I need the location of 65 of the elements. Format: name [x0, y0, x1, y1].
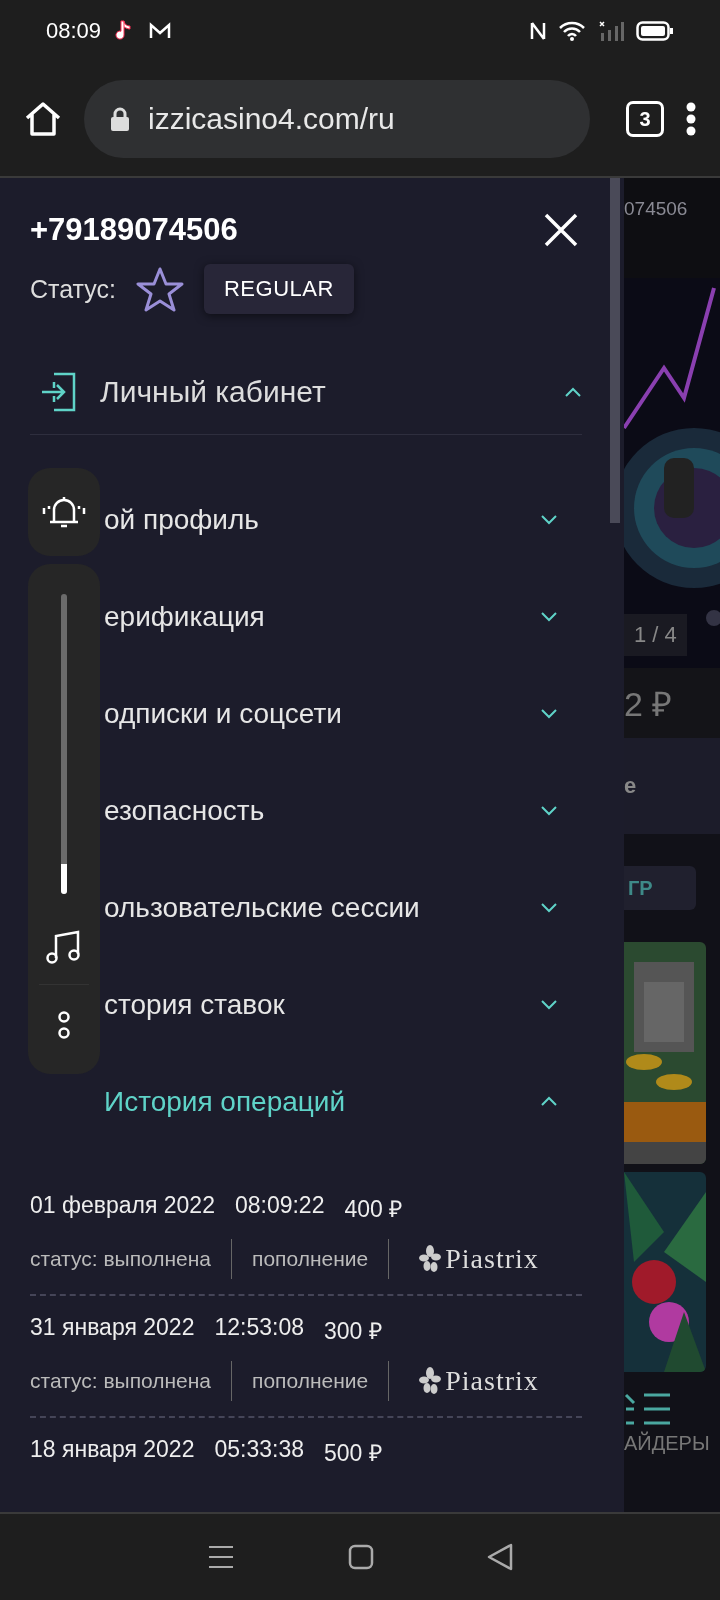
chevron-icon: [564, 385, 582, 399]
battery-icon: [636, 21, 674, 41]
operation-time: 05:33:38: [214, 1436, 304, 1464]
music-note-icon[interactable]: [46, 930, 82, 964]
bell-icon: [41, 494, 87, 530]
tab-label[interactable]: е: [624, 773, 637, 799]
chevron-icon: [540, 804, 558, 817]
slide-counter: 1 / 4: [624, 614, 687, 656]
operation-amount: 300 ₽: [323, 1317, 382, 1346]
operation-date: 01 февраля 2022: [30, 1192, 215, 1220]
lock-icon: [110, 106, 130, 132]
star-icon: [136, 266, 184, 312]
chevron-icon: [540, 513, 558, 526]
status-label: Статус:: [30, 274, 116, 304]
menu-item[interactable]: ой профиль: [104, 471, 594, 568]
operation-time: 08:09:22: [234, 1192, 325, 1220]
menu-item[interactable]: стория ставок: [104, 956, 594, 1053]
home-button-icon[interactable]: [348, 1544, 374, 1570]
flower-icon: [419, 1367, 442, 1395]
flower-icon: [419, 1245, 442, 1273]
menu-item[interactable]: История операций: [104, 1053, 594, 1150]
chevron-icon: [540, 707, 558, 720]
operation-amount: 400 ₽: [344, 1195, 403, 1224]
chevron-icon: [540, 901, 558, 914]
menu-item[interactable]: ерификация: [104, 568, 594, 665]
mail-icon: [149, 22, 172, 40]
home-icon[interactable]: [24, 101, 62, 137]
nfc-icon: [530, 21, 546, 41]
chevron-icon: [540, 610, 558, 623]
provider-name: Piastrix: [445, 1243, 539, 1275]
login-icon: [40, 372, 78, 412]
balance-amount: 2 ₽: [624, 684, 673, 725]
volume-slider[interactable]: [61, 594, 67, 894]
operation-type: пополнение: [252, 1369, 369, 1393]
back-icon[interactable]: [487, 1543, 514, 1571]
wifi-icon: [558, 21, 586, 41]
scrollbar[interactable]: [610, 178, 620, 523]
chevron-icon: [540, 1095, 558, 1108]
operation-date: 31 января 2022: [30, 1314, 195, 1342]
ring-mode-button[interactable]: [28, 468, 100, 556]
games-button[interactable]: ГР: [624, 866, 696, 910]
operation-status: статус: выполнена: [30, 1247, 212, 1271]
tab-count-button[interactable]: 3: [626, 101, 664, 137]
close-icon[interactable]: [544, 213, 578, 247]
status-badge: REGULAR: [204, 264, 354, 314]
clock: 08:09: [46, 18, 102, 44]
menu-item[interactable]: езопасность: [104, 762, 594, 859]
menu-label[interactable]: АЙДЕРЫ: [624, 1432, 710, 1454]
operation-status: статус: выполнена: [30, 1369, 212, 1393]
chevron-icon: [540, 998, 558, 1011]
account-number: 074506: [624, 198, 688, 219]
menu-item[interactable]: одписки и соцсети: [104, 665, 594, 762]
operation-time: 12:53:08: [214, 1314, 304, 1342]
provider-name: Piastrix: [445, 1365, 539, 1397]
more-icon[interactable]: [57, 1011, 71, 1041]
address-bar[interactable]: izzicasino4.com/ru: [84, 80, 590, 158]
section-header[interactable]: Личный кабинет: [30, 372, 582, 435]
operation-amount: 500 ₽: [323, 1439, 382, 1468]
operation-type: пополнение: [252, 1247, 369, 1271]
signal-icon: [598, 21, 624, 41]
operation-date: 18 января 2022: [30, 1436, 195, 1464]
menu-icon[interactable]: [206, 1544, 235, 1570]
more-menu-icon[interactable]: [686, 102, 696, 136]
menu-item[interactable]: ользовательские сессии: [104, 859, 594, 956]
phone-number: +79189074506: [30, 212, 238, 248]
